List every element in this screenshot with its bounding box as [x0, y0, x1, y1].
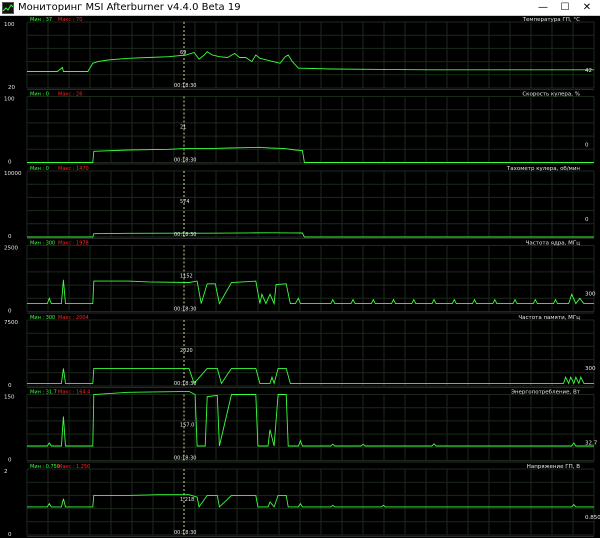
y-tick-bottom: 0: [8, 532, 12, 538]
current-value: 300: [585, 292, 596, 298]
series-line: [27, 232, 594, 238]
graph-power-consumption: Мин : 31.7 Макс : 164.4 Энергопотребление,…: [4, 390, 598, 464]
graph-title: Тахометр кулера, об/мин: [506, 166, 580, 172]
current-value: 0: [585, 217, 589, 223]
y-tick-bottom: 0: [8, 458, 12, 464]
min-label: Мин : 0: [30, 92, 49, 98]
y-tick-bottom: 0: [8, 383, 12, 389]
window-title: Мониторинг MSI Afterburner v4.4.0 Beta 1…: [18, 2, 241, 13]
series-line: [27, 367, 594, 385]
current-value: 0: [585, 143, 589, 149]
graph-fan-tachometer: Мин : 0 Макс : 1470 Тахометр кулера, об/ми…: [4, 166, 595, 240]
y-tick-top: 2500: [4, 246, 18, 252]
max-label: Макс : 2004: [58, 315, 89, 321]
series-line: [27, 494, 594, 509]
y-tick-bottom: 0: [8, 234, 12, 240]
series-line: [27, 279, 594, 306]
max-label: Макс : 1470: [58, 166, 89, 172]
graph-memory-clock: Мин : 300 Макс : 2004 Частота памяти, МГц 7…: [4, 315, 596, 389]
graph-gpu-temperature: Мин : 37 Макс : 70 Температура ГП, °C 100 20…: [4, 17, 595, 91]
cursor-value: 2020: [180, 348, 193, 354]
graph-gpu-voltage: Мин : 0.750Макс : 1.250 Напряжение ГП, В 2…: [4, 464, 600, 538]
cursor-time: 00:18:30: [174, 456, 196, 462]
max-label: Макс : 70: [58, 17, 82, 23]
graph-title: Энергопотребление, Вт: [511, 390, 581, 396]
y-tick-top: 100: [4, 22, 15, 28]
cursor-value: 157.0: [180, 423, 194, 429]
cursor-value: 574: [180, 199, 190, 205]
cursor-value: 1.218: [180, 497, 194, 503]
y-tick-bottom: 0: [8, 160, 12, 166]
y-tick-top: 2: [4, 469, 8, 475]
y-tick-top: 100: [4, 97, 15, 103]
max-label: Макс : 1978: [58, 241, 89, 247]
cursor-value: 69: [180, 50, 186, 56]
cursor-value: 1152: [180, 274, 193, 280]
cursor-time: 00:18:30: [174, 530, 196, 536]
current-value: 0.850: [585, 515, 600, 521]
y-tick-top: 10000: [4, 171, 22, 177]
y-tick-top: 7500: [4, 320, 18, 326]
cursor-time: 00:18:30: [174, 83, 196, 89]
window-titlebar: Мониторинг MSI Afterburner v4.4.0 Beta 1…: [0, 0, 600, 16]
y-tick-bottom: 0: [8, 309, 12, 315]
cursor-time: 00:18:30: [174, 158, 196, 164]
graph-title: Скорость кулера, %: [522, 92, 580, 98]
series-line: [27, 390, 594, 447]
minimize-button[interactable]: —: [532, 0, 554, 16]
graph-core-clock: Мин : 300 Макс : 1978 Частота ядра, МГц 250…: [4, 241, 596, 315]
current-value: 300: [585, 366, 596, 372]
min-label: Мин : 31.7: [30, 390, 57, 396]
min-label: Мин : 300: [30, 315, 55, 321]
current-value: 42: [585, 68, 592, 74]
graph-title: Температура ГП, °C: [522, 17, 581, 23]
current-value: 32.7: [585, 441, 598, 447]
maximize-button[interactable]: ☐: [554, 0, 576, 16]
graph-title: Частота ядра, МГц: [526, 241, 581, 247]
min-label: Мин : 0.750: [30, 464, 60, 470]
graph-title: Напряжение ГП, В: [527, 464, 581, 470]
cursor-time: 00:18:30: [174, 307, 196, 313]
min-label: Мин : 37: [30, 17, 52, 23]
y-tick-bottom: 20: [8, 85, 15, 91]
cursor-value: 21: [180, 125, 186, 131]
cursor-time: 00:18:30: [174, 232, 196, 238]
min-label: Мин : 0: [30, 166, 49, 172]
max-label: Макс : 164.4: [58, 390, 90, 396]
y-tick-top: 150: [4, 395, 15, 401]
max-label: Макс : 26: [58, 92, 82, 98]
graph-title: Частота памяти, МГц: [518, 315, 580, 321]
max-label: Макс : 1.250: [58, 464, 90, 470]
cursor-time: 00:18:30: [174, 381, 196, 387]
close-button[interactable]: ✕: [576, 0, 598, 16]
min-label: Мин : 300: [30, 241, 55, 247]
msi-afterburner-icon: [2, 2, 14, 14]
graph-fan-speed: Мин : 0 Макс : 26 Скорость кулера, % 100 0 21…: [4, 92, 595, 166]
monitoring-graphs[interactable]: Мин : 37 Макс : 70 Температура ГП, °C10020…: [0, 16, 600, 538]
